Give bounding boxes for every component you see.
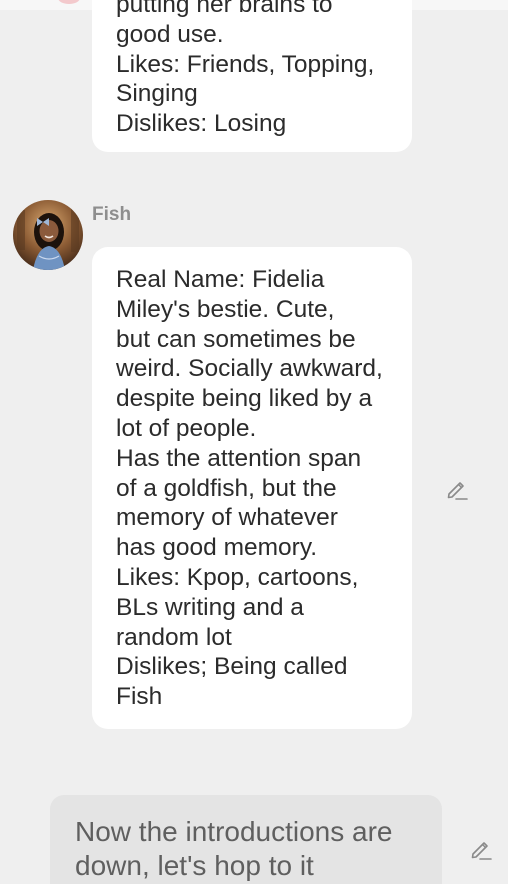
pencil-icon[interactable] [444,476,470,502]
sender-name: Fish [92,204,132,225]
user-message-bubble: Now the introductions are down, let's ho… [50,795,442,884]
chat-screen: putting her brains to good use. Likes: F… [0,0,508,884]
previous-message-bubble: putting her brains to good use. Likes: F… [92,0,412,152]
fish-avatar[interactable] [13,200,83,270]
pencil-icon[interactable] [468,836,494,862]
fish-message-bubble: Real Name: Fidelia Miley's bestie. Cute,… [92,247,412,729]
character-portrait-avatar [13,200,83,270]
header-avatar[interactable] [58,0,80,4]
